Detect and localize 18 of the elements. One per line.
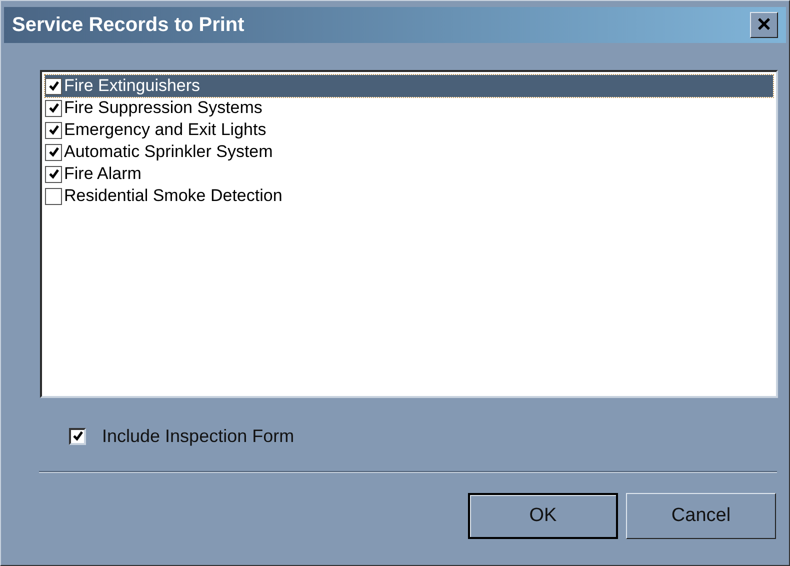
- close-button[interactable]: ×: [750, 12, 778, 38]
- checkbox[interactable]: [45, 122, 62, 138]
- checkbox[interactable]: [69, 428, 86, 444]
- list-item[interactable]: Fire Alarm: [45, 163, 773, 185]
- list-item[interactable]: Emergency and Exit Lights: [45, 119, 773, 141]
- list-item[interactable]: Residential Smoke Detection: [45, 185, 773, 207]
- dialog-button[interactable]: Cancel: [626, 493, 776, 539]
- list-item[interactable]: Fire Extinguishers: [45, 75, 773, 97]
- checkbox[interactable]: [45, 144, 62, 160]
- checkbox[interactable]: [45, 78, 62, 94]
- list-item[interactable]: Fire Suppression Systems: [45, 97, 773, 119]
- checkbox-label: Include Inspection Form: [102, 424, 294, 448]
- checkbox[interactable]: [45, 100, 62, 116]
- checkbox[interactable]: [45, 188, 62, 204]
- dialog-button[interactable]: OK: [468, 493, 618, 539]
- window-title: Service Records to Print: [12, 13, 244, 38]
- list-item[interactable]: Automatic Sprinkler System: [45, 141, 773, 163]
- checkbox[interactable]: [45, 166, 62, 182]
